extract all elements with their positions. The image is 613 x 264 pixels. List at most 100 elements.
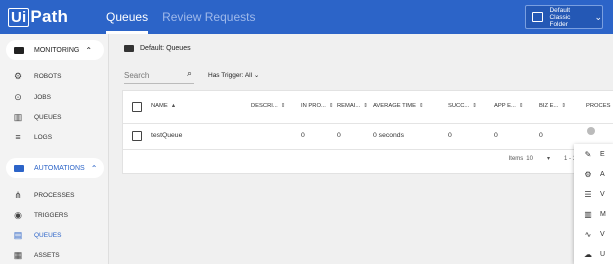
queues-table: NAME ▲ DESCRI... ⇕ IN PRO... ⇕ REMAI... ⇕ AV… — [122, 90, 613, 174]
sidebar-item-queues[interactable]: ▤ QUEUES — [12, 230, 62, 241]
menu-item-label: V — [600, 230, 605, 238]
menu-item-view-pulse[interactable]: ∿ V — [574, 224, 613, 244]
search-placeholder: Search — [124, 70, 150, 80]
trigger-icon: ◉ — [14, 210, 22, 220]
menu-item-label: E — [600, 150, 605, 158]
cell-average-time: 0 seconds — [373, 132, 404, 139]
select-all-checkbox[interactable] — [132, 102, 142, 112]
menu-item-settings[interactable]: ⚙ A — [574, 164, 613, 184]
robot-icon: ⚙ — [13, 71, 23, 81]
items-per-page-label: Items — [508, 155, 524, 162]
sidebar-item-robots[interactable]: ⚙ ROBOTS — [12, 71, 62, 82]
automations-label: AUTOMATIONS — [34, 164, 85, 172]
sort-icon: ⇕ — [418, 103, 424, 109]
pagination-footer: Items 10 ▾ 1 - 1 — [508, 155, 576, 163]
breadcrumb: Default: Queues — [124, 45, 191, 52]
cell-biz-exceptions: 0 — [539, 132, 543, 139]
sidebar-item-label: ASSETS — [34, 252, 60, 259]
folder-name: Default — [549, 6, 571, 14]
cell-successful: 0 — [448, 132, 452, 139]
chevron-down-icon: ⌄ — [594, 11, 602, 22]
folder-icon — [14, 46, 24, 54]
table-header: NAME ▲ DESCRI... ⇕ IN PRO... ⇕ REMAI... ⇕ AV… — [123, 91, 613, 124]
chevron-down-icon: ⌄ — [253, 72, 260, 79]
list-icon: ☰ — [584, 189, 592, 199]
folder-selector-label: Default Classic Folder — [549, 7, 588, 28]
sidebar-item-logs[interactable]: ≡ LOGS — [12, 132, 52, 142]
upload-icon: ☁ — [584, 249, 592, 259]
sidebar-item-label: TRIGGERS — [34, 212, 68, 219]
sidebar-item-processes[interactable]: ⋔ PROCESSES — [12, 190, 74, 201]
row-context-menu: ✎ E ⚙ A ☰ V ▥ M ∿ V ☁ U — [574, 144, 613, 264]
cell-name: testQueue — [151, 132, 183, 139]
search-input[interactable]: Search ⌕ — [124, 67, 194, 84]
more-options-icon[interactable] — [587, 127, 595, 135]
sidebar-item-triggers[interactable]: ◉ TRIGGERS — [12, 210, 68, 221]
sort-icon: ⇕ — [561, 103, 566, 109]
caret-down-icon[interactable]: ▾ — [547, 155, 550, 162]
folder-icon — [532, 12, 544, 22]
menu-item-view-items[interactable]: ☰ V — [574, 184, 613, 204]
column-successful[interactable]: SUCC... ⇕ — [448, 103, 477, 109]
chevron-up-icon: ⌃ — [90, 163, 98, 173]
pencil-icon: ✎ — [584, 149, 592, 159]
play-circle-icon: ⊙ — [14, 92, 22, 102]
folder-type: Classic Folder — [549, 13, 571, 28]
folder-selector[interactable]: Default Classic Folder ⌄ — [525, 5, 603, 29]
queue-stack-icon: ▤ — [13, 230, 23, 240]
logo-path-text: Path — [30, 7, 69, 26]
list-icon: ≡ — [15, 132, 21, 142]
menu-item-edit[interactable]: ✎ E — [574, 144, 613, 164]
sidebar-item-label: LOGS — [34, 133, 53, 141]
has-trigger-filter[interactable]: Has Trigger: All ⌄ — [208, 71, 259, 79]
monitoring-label: MONITORING — [34, 46, 80, 54]
column-remaining[interactable]: REMAI... ⇕ — [337, 103, 368, 109]
tab-queues[interactable]: Queues — [106, 0, 149, 34]
sort-asc-icon: ▲ — [170, 103, 177, 109]
column-description[interactable]: DESCRI... ⇕ — [251, 103, 285, 109]
items-per-page-select[interactable]: 10 — [526, 156, 533, 162]
cell-remaining: 0 — [337, 132, 341, 139]
column-app-exceptions[interactable]: APP E... ⇕ — [494, 103, 523, 109]
sidebar-item-label: JOBS — [34, 94, 51, 101]
chart-icon: ▥ — [584, 209, 592, 219]
sort-icon: ⇕ — [518, 103, 524, 109]
sort-icon: ⇕ — [280, 103, 286, 109]
sidebar-item-label: QUEUES — [34, 232, 62, 239]
folder-icon — [14, 164, 24, 172]
settings-icon: ⚙ — [584, 169, 592, 179]
sidebar-item-label: PROCESSES — [34, 192, 75, 199]
sort-icon: ⇕ — [363, 103, 368, 109]
sidebar-item-assets[interactable]: ▦ ASSETS — [12, 250, 60, 261]
uipath-logo[interactable]: Ui Path — [8, 7, 68, 27]
sidebar-item-label: ROBOTS — [34, 73, 62, 80]
menu-item-upload[interactable]: ☁ U — [574, 244, 613, 264]
sidebar-item-jobs[interactable]: ⊙ JOBS — [12, 92, 51, 103]
tab-review-requests[interactable]: Review Requests — [162, 0, 255, 34]
sidebar-item-label: QUEUES — [34, 114, 62, 121]
column-in-progress[interactable]: IN PRO... ⇕ — [301, 103, 333, 109]
sort-icon: ⇕ — [472, 103, 477, 109]
row-checkbox[interactable] — [132, 131, 142, 141]
sort-icon: ⇕ — [328, 103, 334, 109]
cell-app-exceptions: 0 — [494, 132, 498, 139]
column-average-time[interactable]: AVERAGE TIME ⇕ — [373, 103, 424, 109]
filter-label: Has Trigger: All — [208, 72, 253, 79]
sidebar: MONITORING ⌃ ⚙ ROBOTS ⊙ JOBS ▥ QUEUES ≡ … — [0, 34, 109, 264]
top-bar: Ui Path Queues Review Requests Default C… — [0, 0, 613, 34]
column-biz-exceptions[interactable]: BIZ E... ⇕ — [539, 103, 566, 109]
sidebar-item-queues-monitoring[interactable]: ▥ QUEUES — [12, 112, 62, 123]
search-icon[interactable]: ⌕ — [187, 68, 192, 79]
table-row[interactable]: testQueue 0 0 0 seconds 0 0 0 — [123, 123, 613, 150]
column-processes[interactable]: PROCES — [586, 103, 610, 109]
menu-item-label: A — [600, 170, 605, 178]
automations-section-header[interactable]: AUTOMATIONS ⌃ — [6, 158, 104, 178]
menu-item-monitor[interactable]: ▥ M — [574, 204, 613, 224]
menu-item-label: M — [600, 210, 606, 218]
menu-item-label: U — [600, 250, 606, 258]
folder-icon — [124, 45, 134, 52]
column-name[interactable]: NAME ▲ — [151, 103, 176, 109]
menu-item-label: V — [600, 190, 605, 198]
chart-icon: ▥ — [13, 112, 23, 122]
monitoring-section-header[interactable]: MONITORING ⌃ — [6, 40, 104, 60]
